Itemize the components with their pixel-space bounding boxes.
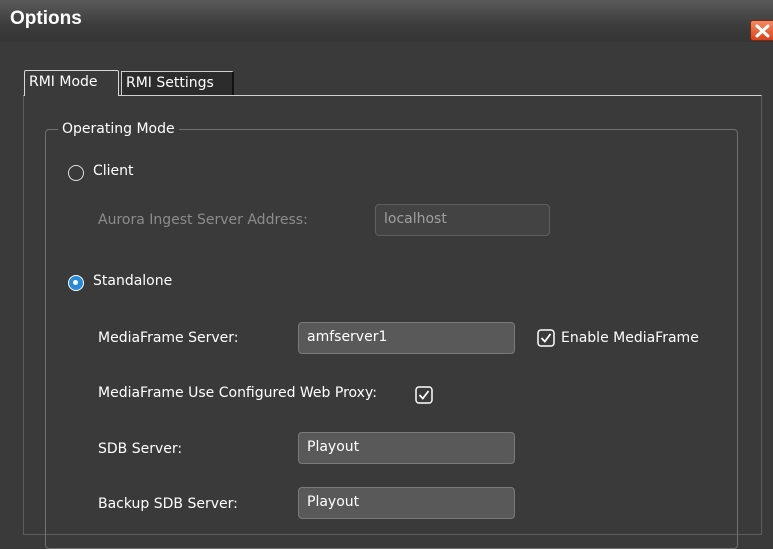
backup-sdb-server-label: Backup SDB Server: (98, 496, 238, 512)
sdb-server-label: SDB Server: (98, 441, 183, 457)
sdb-server-input[interactable]: Playout (298, 432, 515, 464)
server-address-label: Aurora Ingest Server Address: (98, 212, 308, 228)
close-button[interactable] (750, 20, 773, 41)
tab-rmi-mode[interactable]: RMI Mode (24, 70, 119, 96)
window-title: Options (10, 8, 82, 29)
enable-mediaframe-checkbox[interactable] (537, 329, 555, 347)
web-proxy-label: MediaFrame Use Configured Web Proxy: (98, 385, 377, 401)
mediaframe-server-label: MediaFrame Server: (98, 330, 239, 346)
mediaframe-server-input[interactable]: amfserver1 (298, 322, 515, 354)
operating-mode-legend: Operating Mode (58, 121, 179, 137)
title-bar: Options (0, 0, 773, 42)
backup-sdb-server-input[interactable]: Playout (298, 487, 515, 519)
client-radio[interactable] (68, 165, 84, 181)
standalone-label[interactable]: Standalone (93, 273, 172, 289)
tab-rmi-settings[interactable]: RMI Settings (121, 71, 234, 95)
enable-mediaframe-label[interactable]: Enable MediaFrame (561, 330, 699, 346)
standalone-radio[interactable] (68, 275, 84, 291)
close-icon (755, 24, 770, 38)
server-address-input[interactable]: localhost (375, 204, 550, 236)
web-proxy-checkbox[interactable] (415, 386, 433, 404)
client-label[interactable]: Client (93, 163, 134, 179)
